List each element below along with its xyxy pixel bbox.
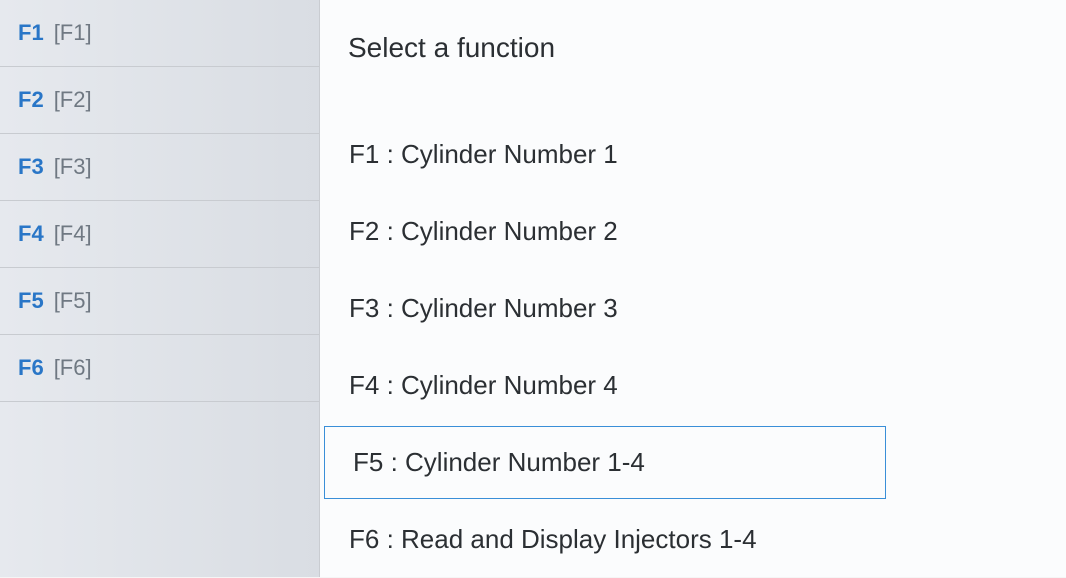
sidebar-key-label: F6 (18, 355, 44, 381)
main-header: Select a function (320, 0, 1066, 116)
sidebar: F1 [F1] F2 [F2] F3 [F3] F4 [F4] F5 [F5] … (0, 0, 320, 577)
main-panel: Select a function F1 : Cylinder Number 1… (320, 0, 1066, 577)
sidebar-key-label: F1 (18, 20, 44, 46)
function-item-f2[interactable]: F2 : Cylinder Number 2 (320, 195, 1066, 268)
sidebar-key-label: F5 (18, 288, 44, 314)
sidebar-item-f3[interactable]: F3 [F3] (0, 134, 319, 201)
sidebar-item-f4[interactable]: F4 [F4] (0, 201, 319, 268)
function-item-f4[interactable]: F4 : Cylinder Number 4 (320, 349, 1066, 422)
function-item-f3[interactable]: F3 : Cylinder Number 3 (320, 272, 1066, 345)
sidebar-bracket-label: [F6] (54, 355, 92, 381)
sidebar-bracket-label: [F3] (54, 154, 92, 180)
sidebar-item-f2[interactable]: F2 [F2] (0, 67, 319, 134)
sidebar-key-label: F3 (18, 154, 44, 180)
function-item-f1[interactable]: F1 : Cylinder Number 1 (320, 118, 1066, 191)
sidebar-key-label: F2 (18, 87, 44, 113)
sidebar-item-f5[interactable]: F5 [F5] (0, 268, 319, 335)
sidebar-bracket-label: [F5] (54, 288, 92, 314)
sidebar-item-f1[interactable]: F1 [F1] (0, 0, 319, 67)
function-item-f5[interactable]: F5 : Cylinder Number 1-4 (324, 426, 886, 499)
sidebar-key-label: F4 (18, 221, 44, 247)
function-item-f6[interactable]: F6 : Read and Display Injectors 1-4 (320, 503, 1066, 576)
sidebar-bracket-label: [F2] (54, 87, 92, 113)
sidebar-bracket-label: [F1] (54, 20, 92, 46)
sidebar-item-f6[interactable]: F6 [F6] (0, 335, 319, 402)
function-list: F1 : Cylinder Number 1 F2 : Cylinder Num… (320, 116, 1066, 578)
sidebar-bracket-label: [F4] (54, 221, 92, 247)
